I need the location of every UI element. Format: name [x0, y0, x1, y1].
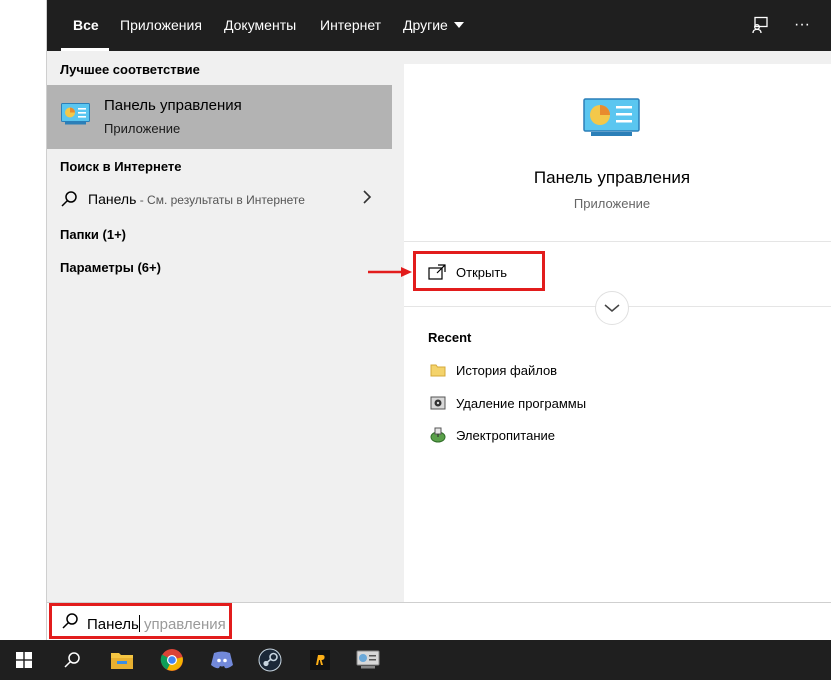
open-icon: [428, 264, 446, 280]
uninstall-program-icon: [430, 396, 446, 410]
chrome-icon[interactable]: [148, 640, 196, 680]
control-panel-icon: [61, 103, 90, 125]
result-details-pane: Панель управления Приложение Открыть Rec…: [404, 64, 831, 602]
details-subtitle: Приложение: [573, 196, 651, 211]
tab-documents[interactable]: Документы: [224, 0, 296, 51]
taskbar: [0, 640, 831, 680]
more-icon[interactable]: ···: [789, 12, 815, 38]
folder-icon: [430, 364, 446, 377]
web-search-suffix: - См. результаты в Интернете: [136, 193, 305, 207]
chevron-down-icon: [453, 22, 464, 29]
chevron-down-icon: [604, 304, 620, 312]
feedback-icon[interactable]: [747, 12, 773, 38]
section-best-match: Лучшее соответствие: [60, 62, 200, 77]
details-title: Панель управления: [533, 168, 691, 187]
chevron-right-icon: [362, 190, 372, 209]
section-web-search: Поиск в Интернете: [60, 159, 182, 174]
open-label: Открыть: [456, 265, 508, 280]
control-panel-large-icon: [583, 98, 640, 136]
web-search-query: Панель: [88, 191, 137, 207]
rockstar-icon[interactable]: [296, 640, 344, 680]
search-icon: [61, 191, 77, 207]
web-search-result[interactable]: Панель - См. результаты в Интернете: [47, 183, 392, 215]
search-icon: [62, 613, 78, 629]
arrow-icon: [368, 267, 412, 277]
search-icon[interactable]: [48, 640, 96, 680]
start-search-panel: Все Приложения Документы Интернет Другие…: [47, 0, 831, 602]
search-autocomplete-hint: управления: [139, 616, 226, 633]
recent-title: Recent: [428, 330, 472, 345]
recent-item-label: Удаление программы: [456, 396, 587, 411]
expand-button[interactable]: [595, 291, 629, 325]
search-tabs: Все Приложения Документы Интернет Другие…: [47, 0, 831, 51]
recent-item-label: История файлов: [456, 363, 558, 378]
file-explorer-icon[interactable]: [98, 640, 146, 680]
search-typed-text: Панель: [87, 616, 139, 633]
tab-all[interactable]: Все: [73, 0, 99, 51]
results-list: Лучшее соответствие Панель управления Пр…: [47, 51, 392, 602]
search-bar: Панель управления: [47, 602, 831, 641]
best-match-control-panel[interactable]: Панель управления Приложение: [47, 85, 392, 149]
power-options-icon: [430, 427, 446, 443]
best-match-title: Панель управления: [104, 97, 242, 114]
search-input[interactable]: Панель управления: [51, 605, 231, 637]
tab-web[interactable]: Интернет: [320, 0, 381, 51]
tab-other[interactable]: Другие: [403, 0, 464, 51]
section-settings[interactable]: Параметры (6+): [60, 260, 161, 275]
discord-icon[interactable]: [198, 640, 246, 680]
best-match-subtitle: Приложение: [104, 121, 181, 136]
desktop-left-strip: [0, 0, 47, 640]
control-panel-icon[interactable]: [344, 640, 392, 680]
windows-start-icon[interactable]: [0, 640, 48, 680]
web-search-text: Панель - См. результаты в Интернете: [88, 191, 305, 207]
tab-other-label: Другие: [403, 17, 448, 33]
section-folders[interactable]: Папки (1+): [60, 227, 126, 242]
divider: [404, 241, 831, 242]
recent-item-label: Электропитание: [456, 428, 555, 443]
search-text: Панель управления: [87, 615, 226, 633]
steam-icon[interactable]: [246, 640, 294, 680]
tab-apps[interactable]: Приложения: [120, 0, 202, 51]
